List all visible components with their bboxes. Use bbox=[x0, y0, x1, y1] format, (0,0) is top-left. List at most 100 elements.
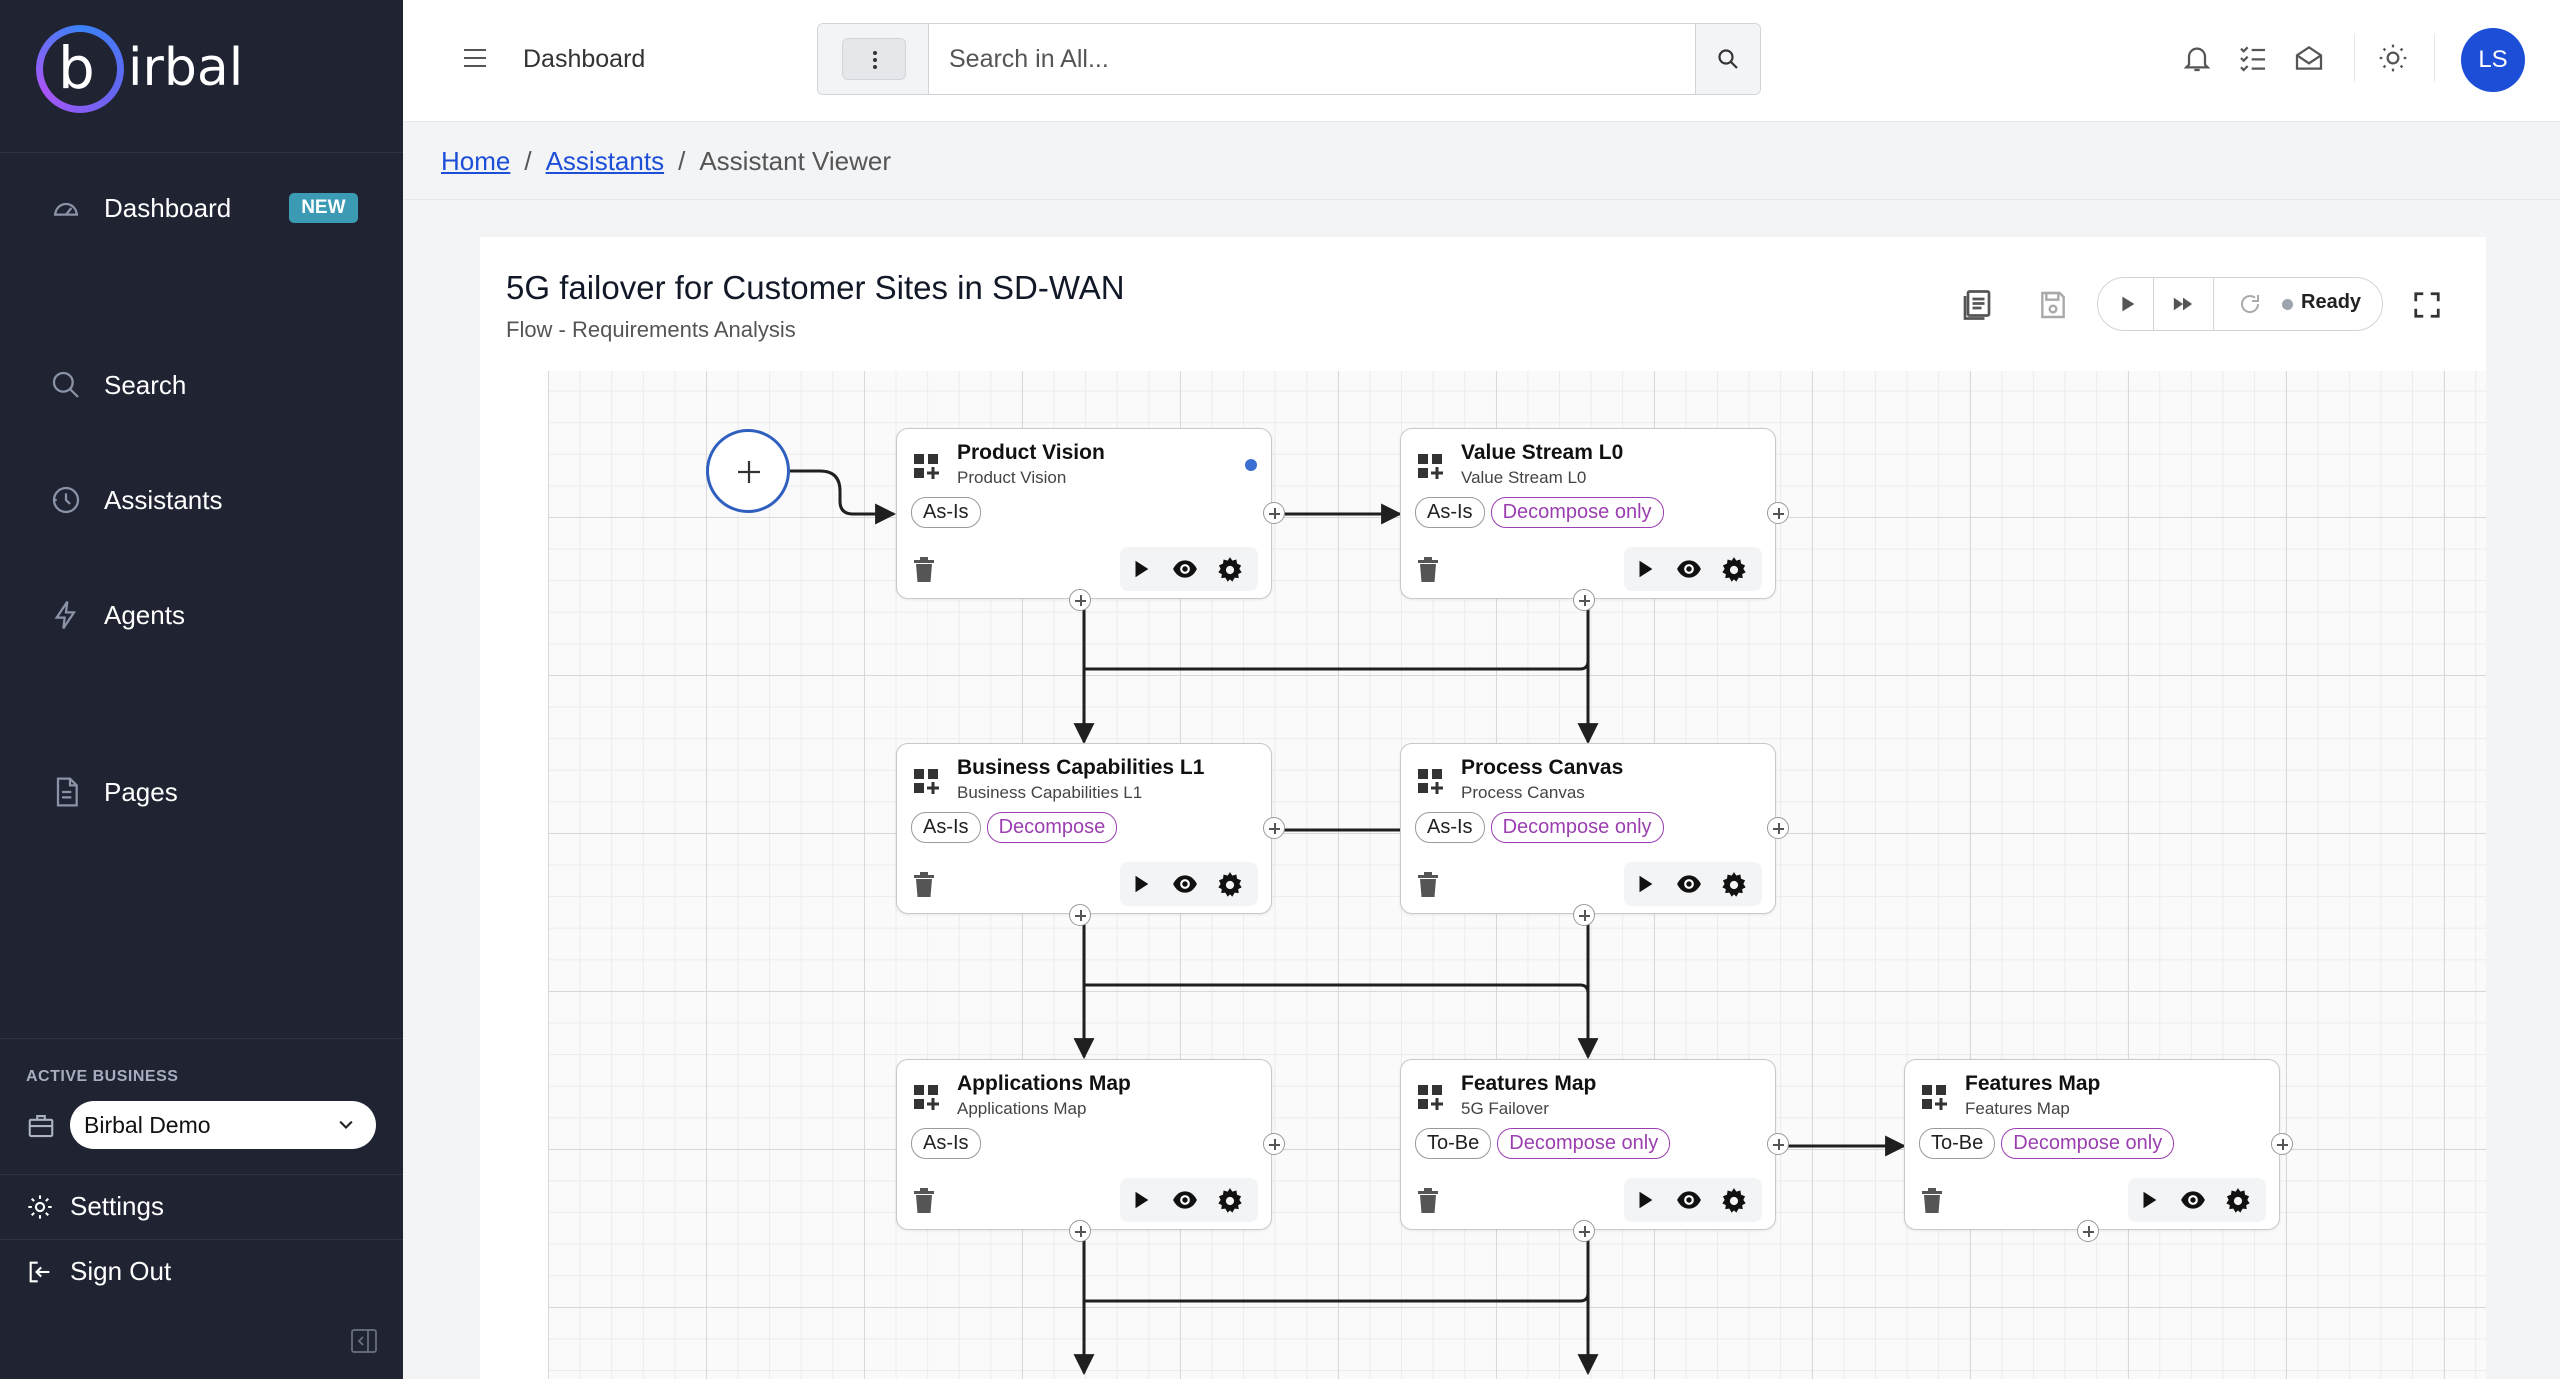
bell-icon[interactable] bbox=[2181, 42, 2213, 74]
sidebar: b irbal Dashboard NEW Search Assistants … bbox=[0, 0, 403, 1379]
node-tag: As-Is bbox=[911, 812, 981, 843]
gear-icon[interactable] bbox=[1216, 871, 1244, 899]
play-icon[interactable] bbox=[1634, 1189, 1656, 1211]
node-title: Product Vision bbox=[957, 441, 1105, 464]
flow-node-features-map[interactable]: Features Map Features Map To-Be Decompose o… bbox=[1904, 1059, 2293, 1242]
play-icon[interactable] bbox=[1634, 558, 1656, 580]
output-port[interactable] bbox=[2077, 1220, 2099, 1242]
search-scope-button[interactable] bbox=[842, 38, 906, 80]
trash-icon[interactable] bbox=[1921, 1188, 1943, 1214]
active-business-select[interactable]: Birbal Demo bbox=[70, 1101, 376, 1149]
briefcase-icon bbox=[28, 1114, 54, 1138]
task-list-icon[interactable] bbox=[2237, 42, 2269, 74]
output-port[interactable] bbox=[1069, 904, 1091, 926]
output-port[interactable] bbox=[1573, 1220, 1595, 1242]
search-input[interactable] bbox=[929, 24, 1679, 94]
trash-icon[interactable] bbox=[1417, 872, 1439, 898]
sidebar-item-agents[interactable]: Agents bbox=[50, 599, 185, 631]
output-port[interactable] bbox=[1767, 502, 1789, 524]
trash-icon[interactable] bbox=[913, 1188, 935, 1214]
gear-icon[interactable] bbox=[1216, 556, 1244, 584]
output-port[interactable] bbox=[1069, 1220, 1091, 1242]
sidebar-item-assistants[interactable]: Assistants bbox=[50, 484, 223, 516]
user-avatar[interactable]: LS bbox=[2461, 28, 2525, 92]
settings-label: Settings bbox=[70, 1191, 164, 1221]
node-tags: To-Be Decompose only bbox=[1415, 1128, 1671, 1159]
play-icon[interactable] bbox=[1130, 873, 1152, 895]
node-tag: As-Is bbox=[911, 497, 981, 528]
eye-icon[interactable] bbox=[1170, 1187, 1200, 1213]
run-button[interactable] bbox=[2098, 278, 2154, 330]
eye-icon[interactable] bbox=[1674, 556, 1704, 582]
sidebar-item-search[interactable]: Search bbox=[50, 369, 186, 401]
flow-node-process-canvas[interactable]: Process Canvas Process Canvas As-Is Decompo… bbox=[1400, 743, 1789, 926]
brand-logo[interactable]: b irbal bbox=[0, 0, 403, 153]
node-actions bbox=[1624, 547, 1762, 591]
plus-icon bbox=[738, 461, 760, 483]
refresh-icon[interactable] bbox=[2238, 292, 2262, 316]
node-actions bbox=[2128, 1178, 2266, 1222]
output-port[interactable] bbox=[1573, 904, 1595, 926]
output-port[interactable] bbox=[1767, 817, 1789, 839]
breadcrumb-home[interactable]: Home bbox=[441, 146, 510, 177]
node-title: Value Stream L0 bbox=[1461, 441, 1624, 464]
sidebar-item-label: Pages bbox=[104, 776, 178, 807]
trash-icon[interactable] bbox=[913, 872, 935, 898]
gear-icon[interactable] bbox=[2224, 1187, 2252, 1215]
add-step-button[interactable] bbox=[706, 429, 790, 513]
node-title: Features Map bbox=[1461, 1072, 1597, 1095]
edge-row3-row4 bbox=[1082, 1219, 1590, 1371]
divider bbox=[2434, 34, 2435, 82]
flow-node-product-vision[interactable]: Product Vision Product Vision As-Is bbox=[896, 428, 1285, 611]
output-port[interactable] bbox=[2271, 1133, 2293, 1155]
gear-icon[interactable] bbox=[1720, 871, 1748, 899]
play-icon[interactable] bbox=[1130, 1189, 1152, 1211]
save-icon[interactable] bbox=[2037, 289, 2069, 321]
output-port[interactable] bbox=[1767, 1133, 1789, 1155]
breadcrumb-assistants[interactable]: Assistants bbox=[546, 146, 665, 177]
search-submit-button[interactable] bbox=[1695, 24, 1760, 94]
output-port[interactable] bbox=[1069, 589, 1091, 611]
gear-icon[interactable] bbox=[1720, 556, 1748, 584]
output-port[interactable] bbox=[1263, 502, 1285, 524]
flow-node-value-stream-l0[interactable]: Value Stream L0 Value Stream L0 As-Is Decom… bbox=[1400, 428, 1789, 611]
trash-icon[interactable] bbox=[1417, 1188, 1439, 1214]
search-icon bbox=[52, 371, 79, 398]
trash-icon[interactable] bbox=[1417, 557, 1439, 583]
eye-icon[interactable] bbox=[2178, 1187, 2208, 1213]
edge-start-product-vision bbox=[790, 469, 897, 525]
eye-icon[interactable] bbox=[1170, 871, 1200, 897]
document-list-icon[interactable] bbox=[1959, 287, 1995, 323]
envelope-open-icon[interactable] bbox=[2293, 42, 2325, 74]
eye-icon[interactable] bbox=[1674, 1187, 1704, 1213]
flow-node-features-map-5g[interactable]: Features Map 5G Failover To-Be Decompose on… bbox=[1400, 1059, 1789, 1242]
sun-icon[interactable] bbox=[2377, 42, 2409, 74]
collapse-sidebar-icon[interactable] bbox=[350, 1328, 378, 1354]
gear-icon[interactable] bbox=[1216, 1187, 1244, 1215]
sign-out-link[interactable]: Sign Out bbox=[26, 1256, 171, 1287]
eye-icon[interactable] bbox=[1170, 556, 1200, 582]
eye-icon[interactable] bbox=[1674, 871, 1704, 897]
output-port[interactable] bbox=[1573, 589, 1595, 611]
trash-icon[interactable] bbox=[913, 557, 935, 583]
sidebar-item-dashboard[interactable]: Dashboard NEW bbox=[50, 192, 358, 224]
node-subtitle: Business Capabilities L1 bbox=[957, 783, 1143, 802]
node-tags: As-Is bbox=[911, 1128, 981, 1159]
node-tag: Decompose bbox=[986, 812, 1118, 843]
flow-node-applications-map[interactable]: Applications Map Applications Map As-Is bbox=[896, 1059, 1285, 1242]
sidebar-item-pages[interactable]: Pages bbox=[50, 776, 178, 808]
output-port[interactable] bbox=[1263, 1133, 1285, 1155]
flow-canvas[interactable]: Product Vision Product Vision As-Is Value … bbox=[548, 371, 2486, 1379]
play-icon[interactable] bbox=[1634, 873, 1656, 895]
settings-link[interactable]: Settings bbox=[26, 1191, 164, 1222]
node-actions bbox=[1120, 547, 1258, 591]
node-subtitle: 5G Failover bbox=[1461, 1099, 1549, 1118]
gear-icon[interactable] bbox=[1720, 1187, 1748, 1215]
fullscreen-icon[interactable] bbox=[2412, 290, 2442, 320]
run-all-button[interactable] bbox=[2154, 278, 2214, 330]
output-port[interactable] bbox=[1263, 817, 1285, 839]
flow-node-business-capabilities-l1[interactable]: Business Capabilities L1 Business Capabil… bbox=[896, 743, 1285, 926]
menu-icon[interactable] bbox=[462, 46, 488, 70]
play-icon[interactable] bbox=[1130, 558, 1152, 580]
play-icon[interactable] bbox=[2138, 1189, 2160, 1211]
